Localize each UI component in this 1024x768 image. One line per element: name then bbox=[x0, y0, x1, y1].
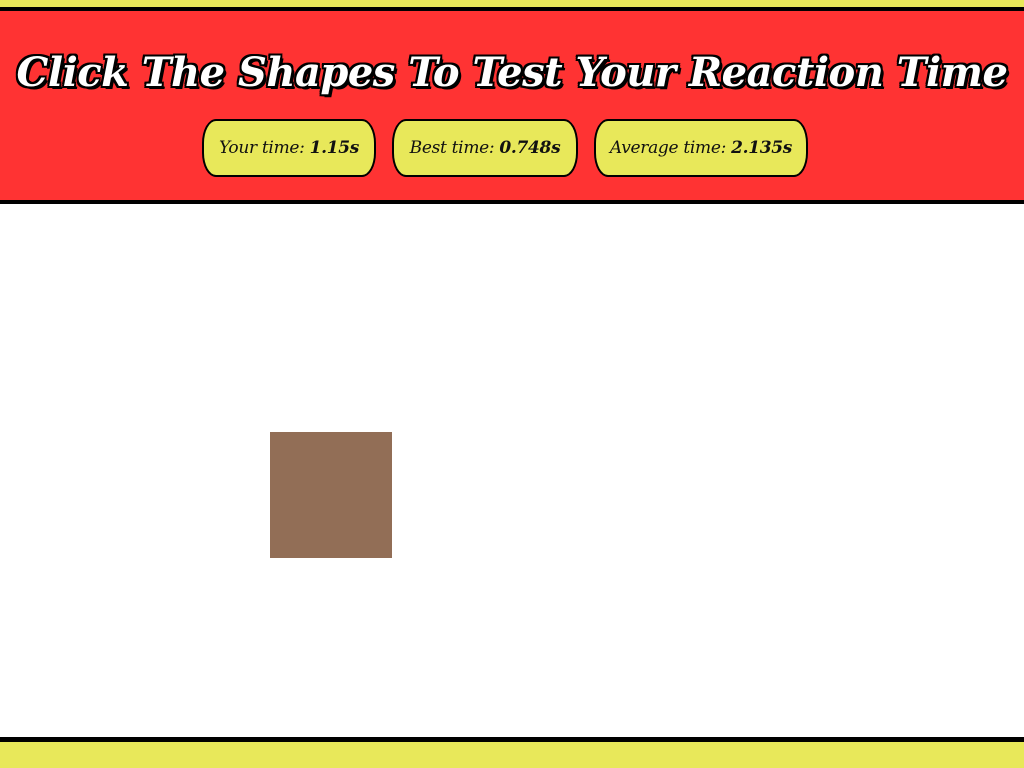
bottom-accent-bar bbox=[0, 737, 1024, 768]
average-time-badge: Average time: 2.135s bbox=[594, 119, 808, 177]
best-time-badge: Best time: 0.748s bbox=[392, 119, 578, 177]
top-accent-strip bbox=[0, 0, 1024, 7]
your-time-value: 1.15s bbox=[309, 138, 360, 158]
best-time-label: Best time: bbox=[409, 138, 495, 158]
average-time-value: 2.135s bbox=[731, 138, 793, 158]
page-title: Click The Shapes To Test Your Reaction T… bbox=[16, 49, 1008, 96]
target-shape[interactable] bbox=[270, 432, 392, 558]
best-time-value: 0.748s bbox=[499, 138, 561, 158]
average-time-label: Average time: bbox=[609, 138, 727, 158]
play-area bbox=[0, 204, 1024, 737]
your-time-label: Your time: bbox=[218, 138, 305, 158]
your-time-badge: Your time: 1.15s bbox=[202, 119, 376, 177]
